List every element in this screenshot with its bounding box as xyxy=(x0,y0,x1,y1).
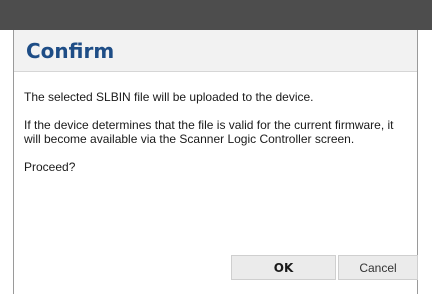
dialog-body: The selected SLBIN file will be uploaded… xyxy=(14,72,417,174)
dialog-title: Confirm xyxy=(26,39,115,63)
ok-button[interactable]: OK xyxy=(231,255,336,280)
cancel-button[interactable]: Cancel xyxy=(338,255,418,280)
dialog-title-bar: Confirm xyxy=(14,30,417,72)
dialog-message-proceed: Proceed? xyxy=(24,160,76,174)
window-top-bar xyxy=(0,0,432,30)
dialog-message-upload: The selected SLBIN file will be uploaded… xyxy=(24,90,314,104)
confirm-dialog: Confirm The selected SLBIN file will be … xyxy=(13,30,418,294)
dialog-message-validity: If the device determines that the file i… xyxy=(24,118,394,146)
